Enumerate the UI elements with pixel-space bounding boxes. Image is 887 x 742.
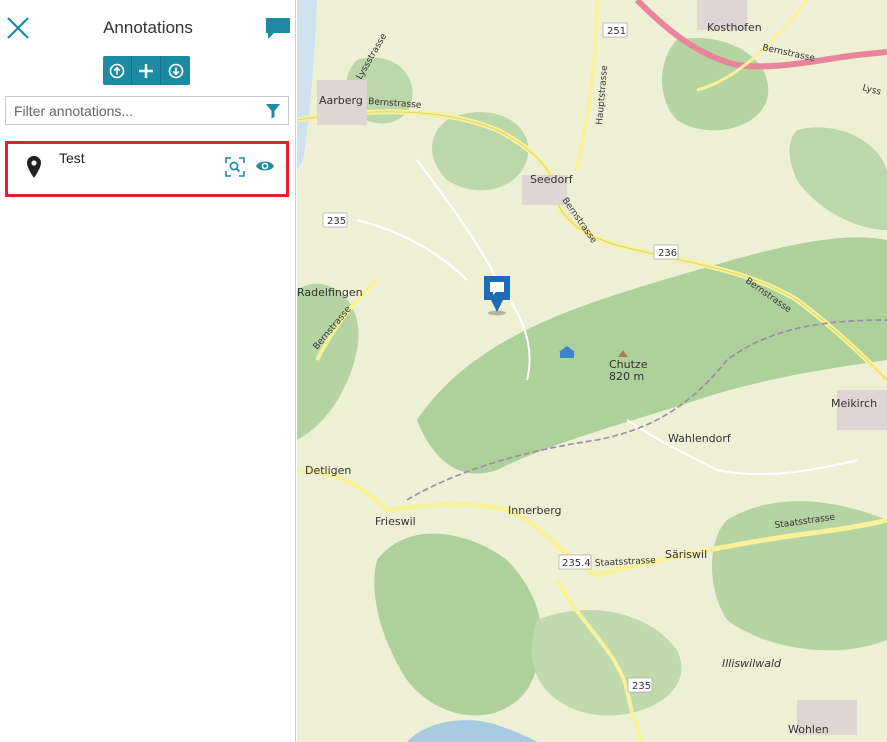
comment-icon[interactable] [265, 17, 291, 41]
map-pin-icon [27, 156, 41, 178]
place-wahlendorf: Wahlendorf [668, 432, 732, 445]
plus-icon[interactable] [132, 56, 161, 85]
place-sariswil: Säriswil [665, 548, 707, 561]
place-wohlen: Wohlen [788, 723, 829, 736]
place-chutze-elevation: 820 m [609, 370, 644, 383]
place-seedorf: Seedorf [530, 173, 574, 186]
road-shield-235: 235 [327, 216, 346, 227]
panel-title: Annotations [103, 18, 193, 37]
map-canvas: Aarberg Kosthofen Seedorf Radelfingen Ch… [297, 0, 887, 742]
map-view[interactable]: Aarberg Kosthofen Seedorf Radelfingen Ch… [297, 0, 887, 742]
annotation-list-item[interactable]: Test [5, 141, 289, 197]
place-illiswilwald: Illiswilwald [722, 657, 782, 670]
arrow-up-circle-icon[interactable] [103, 56, 132, 85]
road-shield-251: 251 [607, 26, 626, 37]
place-kosthofen: Kosthofen [707, 21, 762, 34]
annotation-label: Test [59, 150, 85, 166]
annotation-toolbar [103, 56, 190, 85]
zoom-to-icon[interactable] [225, 157, 245, 177]
eye-icon[interactable] [255, 158, 275, 174]
place-detligen: Detligen [305, 464, 351, 477]
road-shield-235: 235 [632, 681, 651, 692]
arrow-down-circle-icon[interactable] [161, 56, 190, 85]
place-radelfingen: Radelfingen [297, 286, 363, 299]
road-shield-235-4: 235.4 [562, 558, 591, 569]
filter-field [5, 96, 289, 125]
annotations-panel: Annotations Test [0, 0, 296, 742]
place-frieswil: Frieswil [375, 515, 416, 528]
place-innerberg: Innerberg [508, 504, 562, 517]
filter-input[interactable] [6, 97, 264, 124]
filter-icon[interactable] [265, 103, 281, 119]
road-shield-236: 236 [658, 248, 677, 259]
place-meikirch: Meikirch [831, 397, 877, 410]
place-aarberg: Aarberg [319, 94, 363, 107]
